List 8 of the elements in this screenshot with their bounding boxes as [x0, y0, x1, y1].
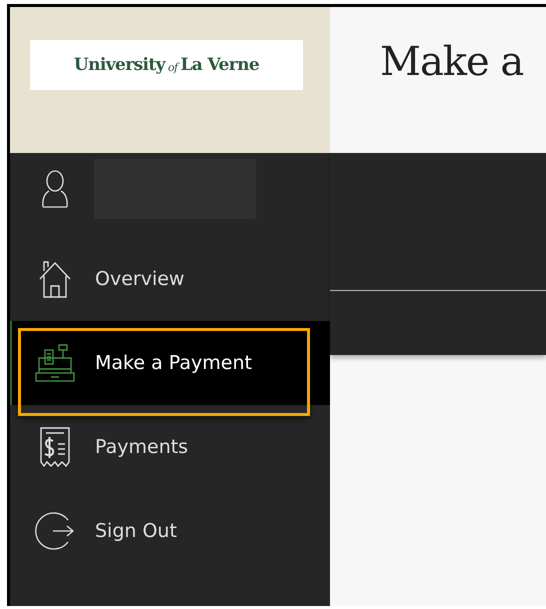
user-icon — [40, 169, 70, 209]
cash-register-icon — [35, 342, 75, 384]
nav-item[interactable]: Sign Out — [10, 489, 330, 573]
nav-item[interactable]: Payments — [10, 405, 330, 489]
nav-item[interactable]: Make a Payment — [10, 321, 330, 405]
sign-out-icon — [35, 510, 75, 552]
nav-item[interactable]: Overview — [10, 237, 330, 321]
page-title: Make a — [380, 39, 524, 85]
